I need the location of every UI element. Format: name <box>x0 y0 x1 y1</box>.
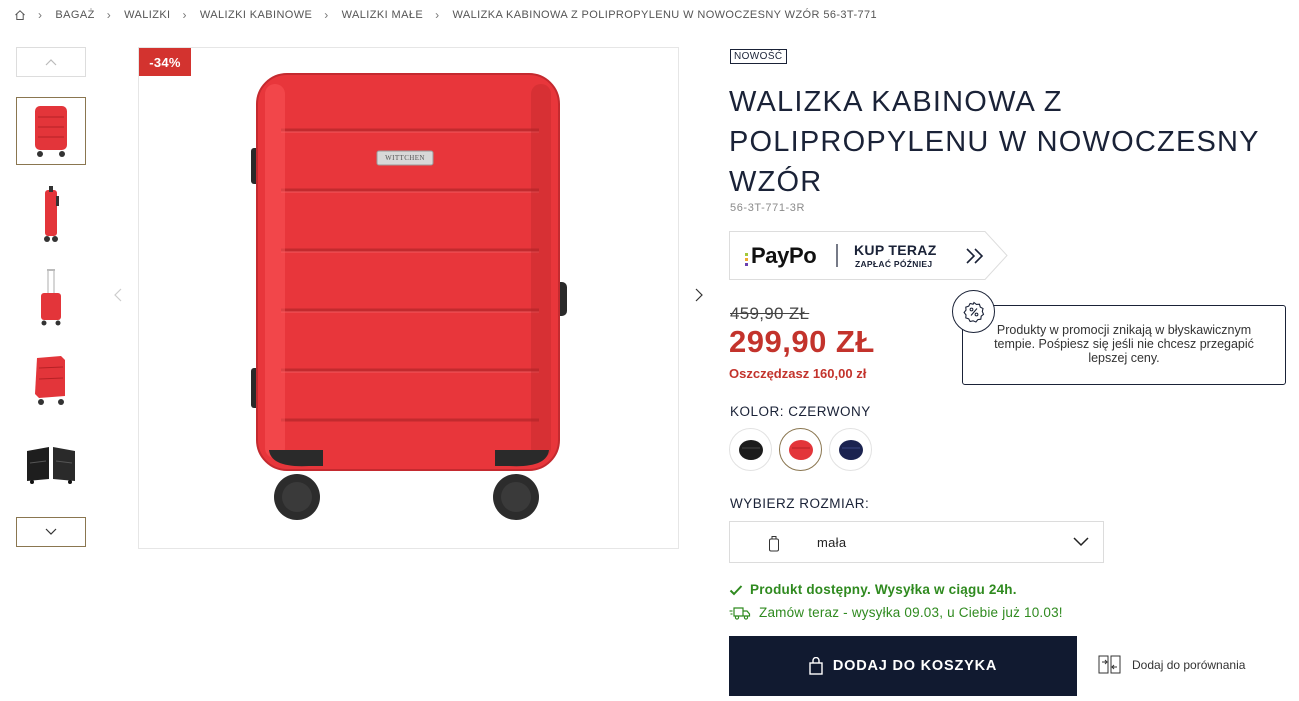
paypo-logo: PayPo <box>751 243 817 268</box>
thumbnail-scroll-up-button[interactable] <box>16 47 86 77</box>
thumbnail-front[interactable] <box>16 97 86 165</box>
suitcase-icon <box>769 536 779 552</box>
paypo-banner[interactable]: PayPo KUP TERAZ ZAPŁAĆ PÓŹNIEJ <box>729 231 1009 280</box>
promo-info-box: Produkty w promocji znikają w błyskawicz… <box>962 305 1286 385</box>
savings-text: Oszczędzasz 160,00 zł <box>729 366 867 381</box>
shipping-text: Zamów teraz - wysyłka 09.03, u Ciebie ju… <box>759 605 1063 620</box>
breadcrumb-item-walizki-male[interactable]: WALIZKI MAŁE <box>342 9 423 21</box>
suitcase-thumbnail-image <box>41 269 61 326</box>
delivery-truck-icon <box>729 606 751 620</box>
chevron-right-icon: › <box>182 8 187 22</box>
color-label: KOLOR: CZERWONY <box>730 404 871 419</box>
product-sku: 56-3T-771-3R <box>730 202 806 214</box>
thumbnail-open-interior[interactable] <box>16 429 86 497</box>
thumbnail-handle-extended[interactable] <box>16 263 86 331</box>
thumbnail-angle[interactable] <box>16 346 86 414</box>
chevron-up-icon <box>45 59 57 66</box>
color-swatch-black[interactable] <box>729 428 772 471</box>
chevron-right-icon: › <box>435 8 440 22</box>
sale-price: 299,90 ZŁ <box>729 324 875 359</box>
shopping-bag-icon <box>809 657 823 675</box>
compare-icon <box>1098 655 1121 674</box>
breadcrumb-item-current: WALIZKA KABINOWA Z POLIPROPYLENU W NOWOC… <box>452 9 878 21</box>
chevron-down-icon <box>45 528 57 535</box>
shipping-info: Zamów teraz - wysyłka 09.03, u Ciebie ju… <box>729 605 1063 620</box>
breadcrumb-item-walizki[interactable]: WALIZKI <box>124 9 170 21</box>
gallery-next-button[interactable] <box>695 288 703 307</box>
paypo-line1: KUP TERAZ <box>854 242 937 258</box>
suitcase-thumbnail-image <box>35 106 67 157</box>
color-swatch-red[interactable] <box>779 428 822 471</box>
compare-label: Dodaj do porównania <box>1132 657 1246 672</box>
suitcase-thumbnail-image <box>27 447 75 484</box>
product-title: WALIZKA KABINOWA Z POLIPROPYLENU W NOWOC… <box>729 86 1260 198</box>
chevron-right-icon <box>695 288 703 302</box>
promo-text: Produkty w promocji znikają w błyskawicz… <box>994 323 1254 365</box>
availability-text: Produkt dostępny. Wysyłka w ciągu 24h. <box>750 582 1017 597</box>
suitcase-image <box>251 73 567 520</box>
suitcase-navy-swatch-image <box>838 439 863 460</box>
new-badge: NOWOŚĆ <box>730 49 787 64</box>
chevron-right-icon: › <box>324 8 329 22</box>
breadcrumb-item-walizki-kabinowe[interactable]: WALIZKI KABINOWE <box>200 9 312 21</box>
thumbnail-scroll-down-button[interactable] <box>16 517 86 547</box>
chevron-down-icon <box>1073 537 1089 547</box>
add-to-cart-label: DODAJ DO KOSZYKA <box>832 658 998 674</box>
brand-plate-label: WITTCHEN <box>385 154 425 162</box>
breadcrumb: › BAGAŻ › WALIZKI › WALIZKI KABINOWE › W… <box>14 7 877 23</box>
thumbnail-side[interactable] <box>16 180 86 248</box>
main-product-image[interactable]: -34% WITTCHEN <box>138 47 679 549</box>
home-icon[interactable] <box>14 9 26 21</box>
color-swatch-navy[interactable] <box>829 428 872 471</box>
compare-link[interactable]: Dodaj do porównania <box>1098 655 1245 674</box>
checkmark-icon <box>729 584 743 595</box>
size-label: WYBIERZ ROZMIAR: <box>730 496 870 511</box>
size-select[interactable]: mała <box>729 521 1104 563</box>
suitcase-red-swatch-image <box>788 439 813 460</box>
add-to-cart-button[interactable]: DODAJ DO KOSZYKA <box>729 636 1077 696</box>
chevron-right-icon: › <box>38 8 43 22</box>
suitcase-black-swatch-image <box>738 439 763 460</box>
paypo-line2: ZAPŁAĆ PÓŹNIEJ <box>855 259 933 269</box>
gallery-prev-button[interactable] <box>114 288 122 307</box>
percent-badge-icon <box>952 290 995 333</box>
suitcase-thumbnail-image <box>44 186 59 242</box>
availability-status: Produkt dostępny. Wysyłka w ciągu 24h. <box>729 582 1017 597</box>
chevron-right-icon: › <box>106 8 112 22</box>
old-price: 459,90 ZŁ <box>730 304 810 323</box>
chevron-left-icon <box>114 288 122 302</box>
breadcrumb-item-bagaz[interactable]: BAGAŻ <box>55 9 94 21</box>
suitcase-thumbnail-image <box>35 356 65 405</box>
size-selected-value: mała <box>817 535 847 550</box>
